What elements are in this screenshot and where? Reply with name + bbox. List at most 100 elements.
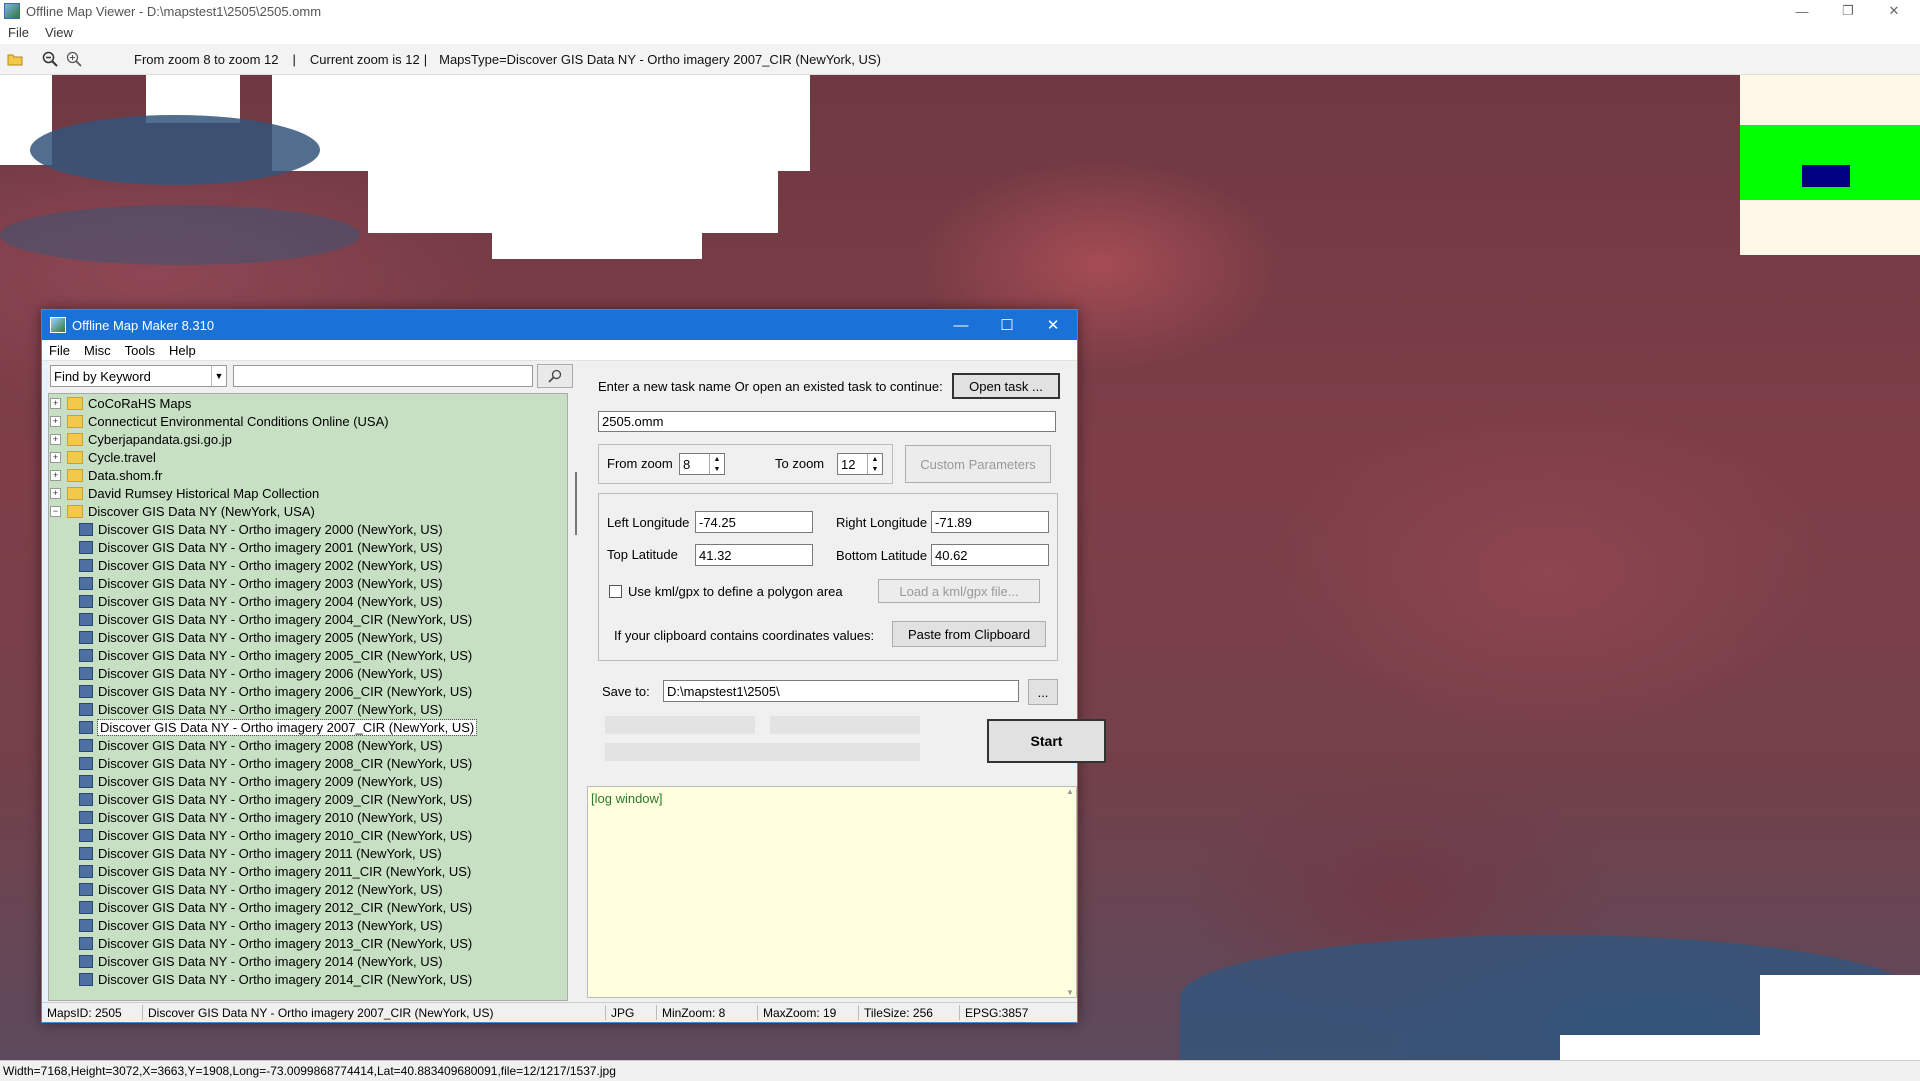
from-zoom-stepper[interactable]: 8 ▲ ▼ bbox=[679, 453, 725, 475]
open-task-button[interactable]: Open task ... bbox=[952, 373, 1060, 399]
tree-item[interactable]: Discover GIS Data NY - Ortho imagery 200… bbox=[49, 574, 567, 592]
expand-icon[interactable]: + bbox=[50, 469, 61, 481]
tree-item[interactable]: Discover GIS Data NY - Ortho imagery 200… bbox=[49, 718, 567, 736]
tree-item[interactable]: + Data.shom.fr bbox=[49, 466, 567, 484]
custom-parameters-button[interactable]: Custom Parameters bbox=[905, 445, 1051, 483]
dialog-menu-file[interactable]: File bbox=[42, 343, 77, 358]
tree-item[interactable]: Discover GIS Data NY - Ortho imagery 200… bbox=[49, 628, 567, 646]
dialog-titlebar: Offline Map Maker 8.310 — ☐ ✕ bbox=[42, 310, 1077, 340]
tree-item[interactable]: + Cycle.travel bbox=[49, 448, 567, 466]
min-zoom-field: MinZoom: 8 bbox=[657, 1005, 758, 1020]
tree-scrollbar-thumb[interactable] bbox=[575, 472, 577, 535]
keyword-input[interactable] bbox=[233, 365, 533, 387]
tree-item[interactable]: + CoCoRaHS Maps bbox=[49, 394, 567, 412]
zoom-out-icon[interactable] bbox=[41, 50, 59, 68]
maps-id-field: MapsID: 2505 bbox=[42, 1005, 143, 1020]
tree-item[interactable]: Discover GIS Data NY - Ortho imagery 200… bbox=[49, 664, 567, 682]
folder-icon bbox=[67, 486, 83, 500]
minimize-button[interactable]: — bbox=[1782, 0, 1822, 22]
tree-item[interactable]: Discover GIS Data NY - Ortho imagery 201… bbox=[49, 844, 567, 862]
tree-item[interactable]: Discover GIS Data NY - Ortho imagery 200… bbox=[49, 610, 567, 628]
zoom-in-icon[interactable] bbox=[65, 50, 83, 68]
tree-item[interactable]: Discover GIS Data NY - Ortho imagery 200… bbox=[49, 592, 567, 610]
expand-icon[interactable]: + bbox=[50, 397, 61, 409]
log-scrollbar[interactable]: ▲ ▼ bbox=[1064, 787, 1076, 997]
tree-item[interactable]: + Connecticut Environmental Conditions On… bbox=[49, 412, 567, 430]
open-folder-icon[interactable] bbox=[6, 50, 24, 68]
task-name-input[interactable]: 2505.omm bbox=[598, 411, 1056, 432]
tree-item[interactable]: Discover GIS Data NY - Ortho imagery 201… bbox=[49, 934, 567, 952]
dialog-maximize-button[interactable]: ☐ bbox=[985, 310, 1029, 340]
restore-button[interactable]: ❐ bbox=[1828, 0, 1868, 22]
map-source-pane: Find by Keyword ▼ + CoCoRaHS Maps + Connect… bbox=[42, 361, 580, 1001]
start-button[interactable]: Start bbox=[987, 719, 1106, 763]
collapse-icon[interactable]: − bbox=[50, 505, 61, 517]
water-area bbox=[0, 205, 360, 265]
map-layer-icon bbox=[79, 918, 93, 932]
save-path-input[interactable]: D:\mapstest1\2505\ bbox=[663, 680, 1019, 702]
load-kml-button[interactable]: Load a kml/gpx file... bbox=[878, 579, 1040, 603]
tree-item-label: Discover GIS Data NY - Ortho imagery 200… bbox=[98, 539, 443, 555]
tree-item[interactable]: Discover GIS Data NY - Ortho imagery 200… bbox=[49, 790, 567, 808]
paste-from-clipboard-button[interactable]: Paste from Clipboard bbox=[892, 621, 1046, 647]
tree-item[interactable]: Discover GIS Data NY - Ortho imagery 200… bbox=[49, 556, 567, 574]
dialog-menu-misc[interactable]: Misc bbox=[77, 343, 118, 358]
bottom-latitude-input[interactable]: 40.62 bbox=[931, 544, 1049, 566]
left-longitude-input[interactable]: -74.25 bbox=[695, 511, 813, 533]
stepper-arrows-icon[interactable]: ▲ ▼ bbox=[709, 454, 724, 474]
close-button[interactable]: ✕ bbox=[1874, 0, 1914, 22]
find-mode-select[interactable]: Find by Keyword ▼ bbox=[50, 365, 227, 387]
tree-item[interactable]: Discover GIS Data NY - Ortho imagery 201… bbox=[49, 970, 567, 988]
chevron-down-icon[interactable]: ▼ bbox=[211, 366, 226, 386]
browse-button[interactable]: ... bbox=[1028, 679, 1058, 705]
menu-view[interactable]: View bbox=[37, 25, 81, 40]
map-layer-icon bbox=[79, 828, 93, 842]
tree-item[interactable]: Discover GIS Data NY - Ortho imagery 201… bbox=[49, 826, 567, 844]
tree-item[interactable]: + Cyberjapandata.gsi.go.jp bbox=[49, 430, 567, 448]
tree-item-label: Discover GIS Data NY - Ortho imagery 201… bbox=[98, 809, 443, 825]
tree-item[interactable]: Discover GIS Data NY - Ortho imagery 200… bbox=[49, 682, 567, 700]
tree-item[interactable]: Discover GIS Data NY - Ortho imagery 201… bbox=[49, 898, 567, 916]
search-button[interactable] bbox=[537, 364, 573, 388]
tree-item[interactable]: Discover GIS Data NY - Ortho imagery 201… bbox=[49, 916, 567, 934]
map-layer-icon bbox=[79, 540, 93, 554]
to-zoom-stepper[interactable]: 12 ▲ ▼ bbox=[837, 453, 883, 475]
overview-viewport[interactable] bbox=[1802, 165, 1850, 187]
menu-file[interactable]: File bbox=[0, 25, 37, 40]
tree-item[interactable]: Discover GIS Data NY - Ortho imagery 201… bbox=[49, 808, 567, 826]
dialog-menu-tools[interactable]: Tools bbox=[118, 343, 162, 358]
expand-icon[interactable]: + bbox=[50, 487, 61, 499]
tree-item[interactable]: Discover GIS Data NY - Ortho imagery 200… bbox=[49, 538, 567, 556]
top-latitude-input[interactable]: 41.32 bbox=[695, 544, 813, 566]
tree-item[interactable]: Discover GIS Data NY - Ortho imagery 201… bbox=[49, 880, 567, 898]
tree-item[interactable]: Discover GIS Data NY - Ortho imagery 200… bbox=[49, 520, 567, 538]
dialog-close-button[interactable]: ✕ bbox=[1031, 310, 1075, 340]
tree-item[interactable]: Discover GIS Data NY - Ortho imagery 200… bbox=[49, 754, 567, 772]
overview-coverage bbox=[1740, 125, 1920, 200]
dialog-minimize-button[interactable]: — bbox=[939, 310, 983, 340]
main-titlebar: Offline Map Viewer - D:\mapstest1\2505\2… bbox=[0, 0, 1920, 22]
expand-icon[interactable]: + bbox=[50, 415, 61, 427]
stepper-arrows-icon[interactable]: ▲ ▼ bbox=[867, 454, 882, 474]
expand-icon[interactable]: + bbox=[50, 433, 61, 445]
right-longitude-input[interactable]: -71.89 bbox=[931, 511, 1049, 533]
kml-polygon-checkbox[interactable] bbox=[609, 585, 622, 598]
tree-item[interactable]: − Discover GIS Data NY (NewYork, USA) bbox=[49, 502, 567, 520]
tree-item[interactable]: Discover GIS Data NY - Ortho imagery 200… bbox=[49, 772, 567, 790]
tree-item[interactable]: + David Rumsey Historical Map Collection bbox=[49, 484, 567, 502]
tree-item[interactable]: Discover GIS Data NY - Ortho imagery 200… bbox=[49, 646, 567, 664]
tree-item[interactable]: Discover GIS Data NY - Ortho imagery 201… bbox=[49, 862, 567, 880]
log-window[interactable]: [log window] ▲ ▼ bbox=[587, 786, 1077, 998]
dialog-menu-help[interactable]: Help bbox=[162, 343, 203, 358]
tree-item[interactable]: Discover GIS Data NY - Ortho imagery 201… bbox=[49, 952, 567, 970]
tree-item[interactable]: Discover GIS Data NY - Ortho imagery 200… bbox=[49, 700, 567, 718]
map-source-tree[interactable]: + CoCoRaHS Maps + Connecticut Environmental… bbox=[48, 393, 568, 1001]
map-layer-icon bbox=[79, 846, 93, 860]
scroll-down-icon[interactable]: ▼ bbox=[1066, 988, 1074, 997]
overview-minimap[interactable] bbox=[1740, 75, 1920, 255]
tree-item[interactable]: Discover GIS Data NY - Ortho imagery 200… bbox=[49, 736, 567, 754]
tree-item-label: Discover GIS Data NY - Ortho imagery 201… bbox=[98, 845, 442, 861]
tree-item-label: Discover GIS Data NY - Ortho imagery 200… bbox=[98, 665, 443, 681]
expand-icon[interactable]: + bbox=[50, 451, 61, 463]
scroll-up-icon[interactable]: ▲ bbox=[1066, 787, 1074, 796]
